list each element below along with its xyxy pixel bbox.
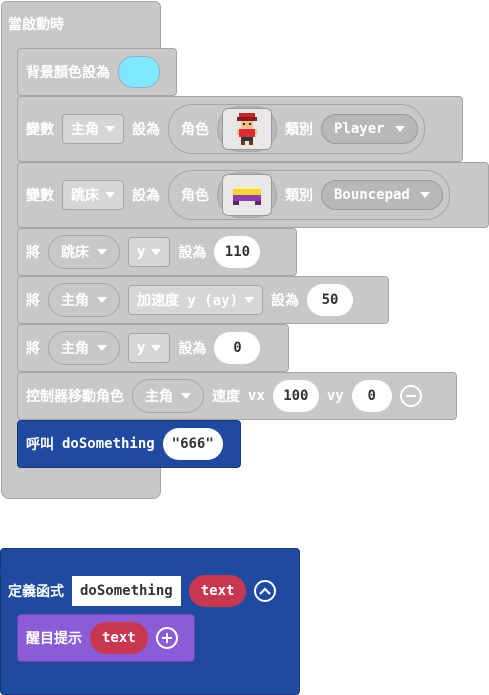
chevron-down-icon bbox=[151, 345, 162, 351]
function-hat bbox=[0, 549, 100, 573]
kind-value: Bouncepad bbox=[334, 187, 410, 203]
set-hero-ay-block[interactable]: 將 主角 加速度 y (ay) 設為 50 bbox=[17, 276, 389, 324]
target-name: 主角 bbox=[145, 389, 173, 405]
chevron-down-icon bbox=[97, 249, 107, 255]
call-function-block[interactable]: 呼叫 doSomething "666" bbox=[17, 420, 241, 468]
set-label: 設為 bbox=[178, 341, 207, 357]
argument-input[interactable]: "666" bbox=[162, 428, 223, 460]
target-sprite-dropdown[interactable]: 跳床 bbox=[48, 235, 120, 269]
property-dropdown[interactable]: y bbox=[128, 237, 171, 267]
controller-move-sprite-block[interactable]: 控制器移動角色 主角 速度 vx 100 vy 0 bbox=[17, 372, 457, 420]
define-function-label: 定義函式 bbox=[8, 584, 64, 600]
set-property-label: 將 bbox=[26, 341, 40, 357]
set-hero-variable-block[interactable]: 變數 主角 設為 角色 類別 Player bbox=[17, 96, 463, 162]
chevron-down-icon bbox=[97, 297, 107, 303]
vy-label: vy bbox=[326, 388, 344, 404]
variable-label: 變數 bbox=[26, 122, 54, 138]
on-start-label: 當啟動時 bbox=[8, 17, 64, 33]
kind-dropdown-player[interactable]: Player bbox=[321, 114, 418, 144]
vx-label: vx bbox=[248, 388, 265, 404]
set-hero-y-block[interactable]: 將 主角 y 設為 0 bbox=[17, 324, 289, 372]
chevron-down-icon bbox=[97, 345, 107, 351]
set-property-label: 將 bbox=[26, 245, 40, 261]
set-background-color-label: 背景顏色設為 bbox=[26, 65, 110, 81]
vy-input[interactable]: 0 bbox=[351, 380, 392, 412]
value-input[interactable]: 110 bbox=[214, 236, 261, 268]
sprite-label: 角色 bbox=[181, 188, 209, 204]
function-name-input[interactable]: doSomething bbox=[72, 576, 181, 606]
set-label: 設為 bbox=[271, 293, 300, 309]
splash-label: 醒目提示 bbox=[26, 631, 82, 647]
variable-dropdown-bouncepad[interactable]: 跳床 bbox=[62, 180, 124, 210]
kind-value: Player bbox=[334, 121, 385, 137]
kind-label: 類別 bbox=[285, 122, 313, 138]
background-color-swatch[interactable] bbox=[118, 56, 160, 88]
splash-block[interactable]: 醒目提示 text bbox=[17, 614, 195, 662]
set-label: 設為 bbox=[178, 245, 207, 261]
vx-input[interactable]: 100 bbox=[272, 380, 319, 412]
target-sprite-dropdown[interactable]: 主角 bbox=[48, 331, 120, 365]
bouncepad-sprite-icon bbox=[222, 174, 272, 216]
target-name: 主角 bbox=[61, 341, 89, 357]
chevron-down-icon bbox=[419, 192, 430, 198]
chevron-down-icon bbox=[105, 192, 115, 198]
value-input[interactable]: 0 bbox=[214, 332, 261, 364]
set-property-label: 將 bbox=[26, 293, 40, 309]
call-label: 呼叫 bbox=[26, 437, 54, 453]
set-label: 設為 bbox=[132, 122, 160, 138]
controller-move-label: 控制器移動角色 bbox=[26, 389, 124, 405]
property-dropdown[interactable]: y bbox=[128, 333, 171, 363]
player-sprite-icon bbox=[222, 108, 272, 150]
chevron-down-icon bbox=[105, 126, 115, 132]
function-name: doSomething bbox=[62, 436, 155, 452]
property-name: 加速度 y (ay) bbox=[137, 293, 239, 309]
variable-name: 主角 bbox=[71, 122, 99, 138]
chevron-down-icon bbox=[244, 297, 255, 303]
variable-label: 變數 bbox=[26, 188, 54, 204]
target-name: 主角 bbox=[61, 293, 89, 309]
function-definition-header: 定義函式 doSomething text bbox=[8, 574, 277, 608]
sprite-image-picker[interactable] bbox=[217, 106, 277, 152]
set-background-color-block[interactable]: 背景顏色設為 bbox=[17, 48, 177, 96]
chevron-down-icon bbox=[151, 249, 162, 255]
property-name: y bbox=[137, 244, 146, 260]
kind-label: 類別 bbox=[285, 188, 313, 204]
chevron-down-icon bbox=[394, 126, 405, 132]
sprite-create-block[interactable]: 角色 類別 Bouncepad bbox=[168, 170, 450, 220]
target-sprite-dropdown[interactable]: 主角 bbox=[48, 283, 120, 317]
property-dropdown[interactable]: 加速度 y (ay) bbox=[128, 285, 264, 315]
set-bouncepad-variable-block[interactable]: 變數 跳床 設為 角色 類別 Bouncepad bbox=[17, 162, 489, 228]
kind-dropdown-bouncepad[interactable]: Bouncepad bbox=[321, 180, 443, 210]
minus-circle-icon[interactable] bbox=[399, 385, 422, 407]
splash-text-argument[interactable]: text bbox=[90, 622, 148, 654]
variable-name: 跳床 bbox=[71, 188, 99, 204]
value-input[interactable]: 50 bbox=[307, 284, 354, 316]
sprite-image-picker[interactable] bbox=[217, 172, 277, 218]
chevron-down-icon bbox=[181, 393, 191, 399]
function-parameter[interactable]: text bbox=[188, 575, 247, 607]
set-label: 設為 bbox=[132, 188, 160, 204]
sprite-create-block[interactable]: 角色 類別 Player bbox=[168, 104, 425, 154]
target-sprite-dropdown[interactable]: 主角 bbox=[132, 379, 204, 413]
add-argument-icon[interactable] bbox=[155, 627, 178, 649]
property-name: y bbox=[137, 340, 146, 356]
speed-label: 速度 bbox=[212, 389, 240, 405]
variable-dropdown-hero[interactable]: 主角 bbox=[62, 114, 124, 144]
target-name: 跳床 bbox=[61, 245, 89, 261]
set-bouncepad-y-block[interactable]: 將 跳床 y 設為 110 bbox=[17, 228, 297, 276]
sprite-label: 角色 bbox=[181, 122, 209, 138]
collapse-params-icon[interactable] bbox=[254, 580, 277, 602]
